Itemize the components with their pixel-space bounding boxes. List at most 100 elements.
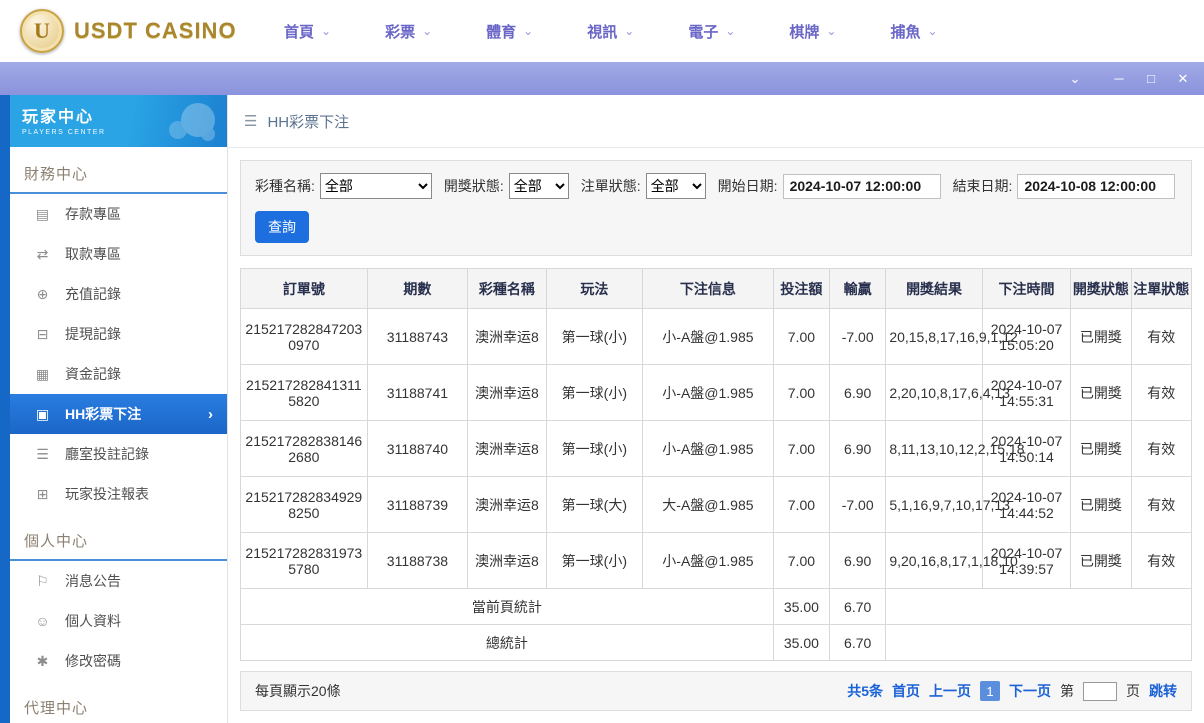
cell-play: 第一球(小) [545, 420, 644, 477]
cell-lottery: 澳洲幸运8 [467, 476, 547, 533]
sidebar-item-deposit[interactable]: ▤ 存款專區 [10, 194, 227, 234]
sidebar-item-player-bet-report[interactable]: ⊞ 玩家投注報表 [10, 474, 227, 514]
start-date-label: 開始日期: [717, 178, 778, 194]
cell-bet-info: 小-A盤@1.985 [642, 420, 774, 477]
table-footer: 每頁顯示20條 共5条 首页 上一页 1 下一页 第 页 跳转 [240, 671, 1192, 711]
draw-status-label: 開獎狀態: [443, 178, 504, 194]
chevron-down-icon: ⌄ [725, 24, 736, 38]
sidebar-item-label: 資金記錄 [65, 366, 121, 382]
nav-item-lottery[interactable]: 彩票 ⌄ [385, 21, 432, 42]
nav-item-sports[interactable]: 體育 ⌄ [486, 21, 533, 42]
room-bet-record-icon: ☰ [36, 445, 49, 462]
col-lottery: 彩種名稱 [467, 268, 547, 309]
sidebar-item-change-password[interactable]: ✱ 修改密碼 [10, 641, 227, 681]
col-bet-status: 注單狀態 [1130, 268, 1193, 309]
bet-status-select[interactable]: 全部 [645, 173, 706, 199]
first-page-link[interactable]: 首页 [892, 681, 920, 701]
cell-draw-status: 已開獎 [1070, 364, 1132, 421]
cell-period: 31188739 [366, 476, 469, 533]
window-title-bar: ⌄ ─ □ ✕ [0, 62, 1204, 95]
per-page-text: 每頁顯示20條 [255, 683, 341, 699]
total-summary-label: 總統計 [240, 624, 774, 661]
sidebar-item-profile[interactable]: ☺ 個人資料 [10, 601, 227, 641]
cell-period: 31188743 [366, 308, 469, 365]
col-winloss: 輸贏 [829, 268, 887, 309]
cell-winloss: 6.90 [829, 532, 887, 589]
cell-play: 第一球(大) [545, 476, 644, 533]
page-jump-input[interactable] [1083, 681, 1117, 701]
prev-page-link[interactable]: 上一页 [929, 681, 971, 701]
col-time: 下注時間 [981, 268, 1072, 309]
player-bet-report-icon: ⊞ [36, 485, 49, 502]
cell-result: 5,1,16,9,7,10,17,13 [885, 476, 1010, 533]
cell-winloss: 6.90 [829, 420, 887, 477]
draw-status-select[interactable]: 全部 [508, 173, 569, 199]
cell-draw-status: 已開獎 [1070, 308, 1132, 365]
sidebar-item-hh-lottery-bets[interactable]: ▣ HH彩票下注 › [10, 394, 227, 434]
sidebar-item-withdraw-record[interactable]: ⊟ 提現記錄 [10, 314, 227, 354]
casino-logo-icon: U [20, 9, 64, 53]
jump-link[interactable]: 跳转 [1149, 681, 1177, 701]
content-body: 彩種名稱: 全部 開獎狀態: 全部 注單狀態: 全部 開始日期: 結束日期: [228, 148, 1204, 723]
page-summary-label: 當前頁統計 [240, 588, 774, 625]
fund-record-icon: ▦ [35, 365, 50, 382]
nav-item-card-games[interactable]: 棋牌 ⌄ [789, 21, 836, 42]
window-dropdown-icon[interactable]: ⌄ [1066, 71, 1084, 87]
sidebar-section-personal: 個人中心 [10, 514, 227, 561]
chevron-down-icon: ⌄ [321, 24, 332, 38]
cell-draw-status: 已開獎 [1070, 420, 1132, 477]
hamburger-icon[interactable]: ☰ [244, 112, 257, 130]
chevron-down-icon: ⌄ [927, 24, 938, 38]
table-row: 2152172828413115820 31188741 澳洲幸运8 第一球(小… [240, 364, 1193, 421]
cell-amount: 7.00 [772, 364, 831, 421]
sidebar-item-label: 消息公告 [65, 573, 121, 589]
col-order-id: 訂單號 [240, 268, 368, 309]
cell-result: 8,11,13,10,12,2,15,18 [885, 420, 1025, 477]
gear-icon: ✱ [36, 652, 49, 669]
cell-play: 第一球(小) [545, 364, 644, 421]
cell-bet-status: 有效 [1130, 364, 1193, 421]
sidebar-item-withdraw[interactable]: ⇄ 取款專區 [10, 234, 227, 274]
nav-item-label: 彩票 [385, 23, 416, 41]
nav-item-fishing[interactable]: 捕魚 ⌄ [890, 21, 937, 42]
maximize-icon[interactable]: □ [1142, 71, 1160, 86]
cell-lottery: 澳洲幸运8 [467, 532, 547, 589]
current-page-button[interactable]: 1 [980, 681, 1000, 701]
sidebar: 玩家中心 PLAYERS CENTER 財務中心 ▤ 存款專區 ⇄ 取款專區 ⊕… [10, 95, 228, 723]
top-bar: U USDT CASINO 首頁 ⌄ 彩票 ⌄ 體育 ⌄ 視訊 ⌄ 電子 ⌄ 棋… [0, 0, 1204, 62]
cell-lottery: 澳洲幸运8 [467, 364, 547, 421]
search-button[interactable]: 查詢 [255, 211, 309, 243]
minimize-icon[interactable]: ─ [1110, 71, 1128, 86]
cell-order-id: 2152172828472030970 [240, 308, 368, 365]
brand-logo[interactable]: U USDT CASINO [20, 9, 254, 53]
cell-amount: 7.00 [772, 420, 831, 477]
withdraw-record-icon: ⊟ [36, 325, 49, 342]
nav-item-home[interactable]: 首頁 ⌄ [284, 21, 331, 42]
sidebar-item-room-bet-record[interactable]: ☰ 廳室投註記錄 [10, 434, 227, 474]
nav-item-live-video[interactable]: 視訊 ⌄ [587, 21, 634, 42]
nav-item-label: 棋牌 [789, 23, 820, 41]
end-date-input[interactable] [1017, 173, 1176, 199]
col-bet-info: 下注信息 [642, 268, 774, 309]
start-date-input[interactable] [782, 173, 941, 199]
nav-item-label: 捕魚 [890, 23, 921, 41]
total-summary-amount: 35.00 [772, 624, 831, 661]
pagination: 共5条 首页 上一页 1 下一页 第 页 跳转 [847, 681, 1177, 701]
total-summary-winloss: 6.70 [829, 624, 887, 661]
next-page-link[interactable]: 下一页 [1009, 681, 1051, 701]
sidebar-item-recharge-record[interactable]: ⊕ 充值記錄 [10, 274, 227, 314]
sidebar-item-label: 存款專區 [65, 206, 121, 222]
sidebar-item-fund-record[interactable]: ▦ 資金記錄 [10, 354, 227, 394]
cell-order-id: 2152172828413115820 [240, 364, 368, 421]
nav-item-slots[interactable]: 電子 ⌄ [688, 21, 735, 42]
sidebar-item-announcements[interactable]: ⚐ 消息公告 [10, 561, 227, 601]
sidebar-item-label: 玩家投注報表 [65, 486, 149, 502]
lottery-name-select[interactable]: 全部 [319, 173, 432, 199]
cell-play: 第一球(小) [545, 532, 644, 589]
bet-status-label: 注單狀態: [580, 178, 641, 194]
lottery-bets-icon: ▣ [35, 405, 50, 422]
deposit-icon: ▤ [35, 205, 50, 222]
close-icon[interactable]: ✕ [1174, 71, 1192, 87]
table-row: 2152172828381462680 31188740 澳洲幸运8 第一球(小… [240, 420, 1193, 477]
nav-item-label: 體育 [486, 23, 517, 41]
